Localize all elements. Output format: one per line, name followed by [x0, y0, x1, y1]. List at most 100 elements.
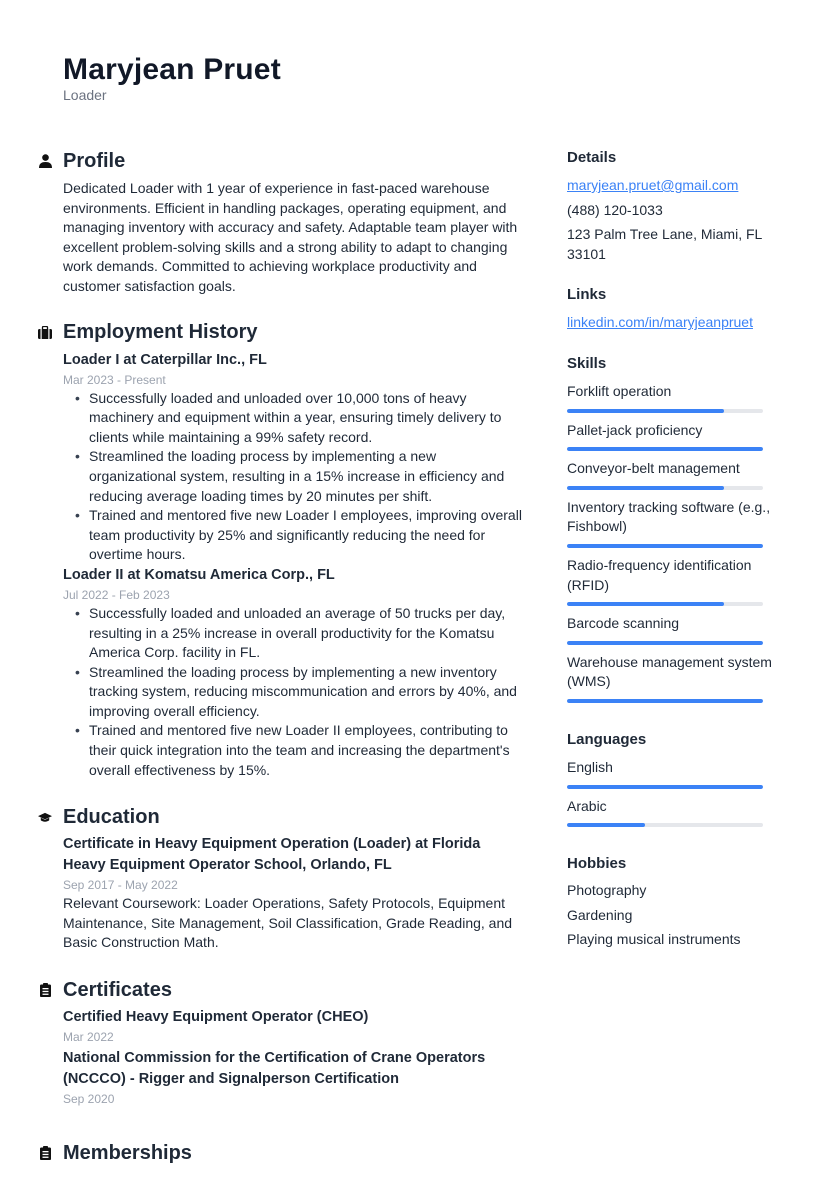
- clipboard-icon: [38, 983, 52, 998]
- level-item: Forklift operation: [567, 382, 787, 413]
- level-item: English: [567, 758, 787, 789]
- level-item-name: Forklift operation: [567, 382, 672, 399]
- job-entry: Loader I at Caterpillar Inc., FL Mar 202…: [63, 350, 523, 565]
- level-item-name: Radio-frequency identification (RFID): [567, 556, 752, 593]
- level-item-name: Warehouse management system (WMS): [567, 653, 772, 690]
- job-dates: Mar 2023 - Present: [63, 372, 166, 387]
- certificates-heading: Certificates: [63, 978, 172, 1001]
- level-item-name: Pallet-jack proficiency: [567, 421, 703, 438]
- level-bar: [567, 447, 763, 452]
- job-bullet: Streamlined the loading process by imple…: [75, 447, 523, 506]
- level-bar: [567, 784, 763, 789]
- level-bar-fill: [567, 408, 724, 413]
- level-item: Arabic: [567, 797, 787, 828]
- languages-list: English Arabic: [567, 758, 787, 828]
- education-description: Relevant Coursework: Loader Operations, …: [63, 895, 513, 951]
- address: 123 Palm Tree Lane, Miami, FL 33101: [567, 226, 762, 262]
- certificate-date: Sep 2020: [63, 1092, 115, 1107]
- education-title: Certificate in Heavy Equipment Operation…: [63, 836, 481, 874]
- job-bullet: Successfully loaded and unloaded an aver…: [75, 604, 523, 663]
- resume-header: Maryjean Pruet Loader: [63, 52, 281, 103]
- hobby-item: Photography: [567, 882, 647, 899]
- certificate-title: Certified Heavy Equipment Operator (CHEO…: [63, 1009, 369, 1026]
- level-bar: [567, 640, 763, 645]
- languages-section: Languages English Arabic: [567, 730, 787, 828]
- email-link[interactable]: maryjean.pruet@gmail.com: [567, 176, 738, 196]
- education-heading: Education: [63, 805, 160, 828]
- person-icon: [38, 154, 52, 168]
- hobby-item: Gardening: [567, 906, 633, 923]
- hobbies-heading: Hobbies: [567, 855, 627, 873]
- level-bar: [567, 823, 763, 828]
- hobbies-section: Hobbies Photography Gardening Playing mu…: [567, 854, 787, 950]
- level-item: Inventory tracking software (e.g., Fishb…: [567, 498, 787, 548]
- level-bar-fill: [567, 447, 763, 452]
- memberships-section: Memberships: [38, 1138, 523, 1168]
- level-bar-fill: [567, 823, 646, 828]
- skills-section: Skills Forklift operation Pallet-jack pro…: [567, 354, 787, 703]
- linkedin-link[interactable]: linkedin.com/in/maryjeanpruet: [567, 313, 753, 333]
- certificate-entry: National Commission for the Certificatio…: [63, 1048, 523, 1108]
- employment-heading: Employment History: [63, 321, 258, 344]
- profile-summary: Dedicated Loader with 1 year of experien…: [63, 180, 518, 294]
- level-item: Pallet-jack proficiency: [567, 421, 787, 452]
- job-title: Loader I at Caterpillar Inc., FL: [63, 351, 267, 368]
- job-bullets: Successfully loaded and unloaded an aver…: [63, 604, 523, 780]
- details-heading: Details: [567, 149, 617, 166]
- level-item-name: Inventory tracking software (e.g., Fishb…: [567, 498, 771, 535]
- level-bar-fill: [567, 543, 763, 548]
- level-item-name: English: [567, 758, 613, 775]
- job-bullet: Trained and mentored five new Loader II …: [75, 721, 523, 780]
- level-item: Conveyor-belt management: [567, 459, 787, 490]
- level-bar-fill: [567, 485, 724, 490]
- level-bar: [567, 408, 763, 413]
- links-section: Links linkedin.com/in/maryjeanpruet: [567, 285, 787, 333]
- job-bullets: Successfully loaded and unloaded over 10…: [63, 389, 523, 565]
- memberships-heading: Memberships: [63, 1141, 192, 1164]
- level-item: Barcode scanning: [567, 614, 787, 645]
- briefcase-icon: [38, 326, 52, 340]
- job-bullet: Trained and mentored five new Loader I e…: [75, 506, 523, 565]
- skills-list: Forklift operation Pallet-jack proficienc…: [567, 382, 787, 703]
- education-section: Education Certificate in Heavy Equipment…: [38, 802, 523, 953]
- candidate-title: Loader: [63, 87, 107, 103]
- level-bar: [567, 543, 763, 548]
- languages-heading: Languages: [567, 730, 647, 748]
- job-entry: Loader II at Komatsu America Corp., FL J…: [63, 565, 523, 780]
- hobby-item: Playing musical instruments: [567, 931, 741, 948]
- graduation-cap-icon: [38, 810, 52, 824]
- certificates-section: Certificates Certified Heavy Equipment O…: [38, 975, 523, 1108]
- job-bullet: Successfully loaded and unloaded over 10…: [75, 389, 523, 448]
- profile-heading: Profile: [63, 149, 126, 172]
- level-item: Radio-frequency identification (RFID): [567, 556, 787, 607]
- main-column: Profile Dedicated Loader with 1 year of …: [38, 146, 523, 1168]
- level-bar: [567, 602, 763, 607]
- level-bar-fill: [567, 784, 763, 789]
- level-item-name: Conveyor-belt management: [567, 460, 740, 477]
- profile-section: Profile Dedicated Loader with 1 year of …: [38, 146, 523, 297]
- details-section: Details maryjean.pruet@gmail.com (488) 1…: [567, 148, 787, 264]
- certificate-date: Mar 2022: [63, 1030, 114, 1045]
- education-dates: Sep 2017 - May 2022: [63, 878, 178, 893]
- level-item: Warehouse management system (WMS): [567, 653, 787, 703]
- phone-number: (488) 120-1033: [567, 201, 663, 218]
- employment-section: Employment History Loader I at Caterpill…: [38, 318, 523, 781]
- sidebar-column: Details maryjean.pruet@gmail.com (488) 1…: [567, 148, 787, 950]
- level-item-name: Arabic: [567, 797, 607, 814]
- level-bar-fill: [567, 698, 763, 703]
- job-dates: Jul 2022 - Feb 2023: [63, 587, 170, 602]
- job-title: Loader II at Komatsu America Corp., FL: [63, 566, 335, 583]
- job-bullet: Streamlined the loading process by imple…: [75, 663, 523, 722]
- clipboard-icon: [38, 1146, 52, 1161]
- certificate-entry: Certified Heavy Equipment Operator (CHEO…: [63, 1007, 523, 1046]
- level-bar-fill: [567, 602, 724, 607]
- certificate-title: National Commission for the Certificatio…: [63, 1050, 486, 1088]
- skills-heading: Skills: [567, 354, 607, 372]
- education-entry: Certificate in Heavy Equipment Operation…: [63, 834, 523, 953]
- level-bar: [567, 485, 763, 490]
- candidate-name: Maryjean Pruet: [63, 53, 281, 86]
- level-item-name: Barcode scanning: [567, 615, 680, 632]
- links-heading: Links: [567, 286, 607, 304]
- level-bar-fill: [567, 640, 763, 645]
- level-bar: [567, 698, 763, 703]
